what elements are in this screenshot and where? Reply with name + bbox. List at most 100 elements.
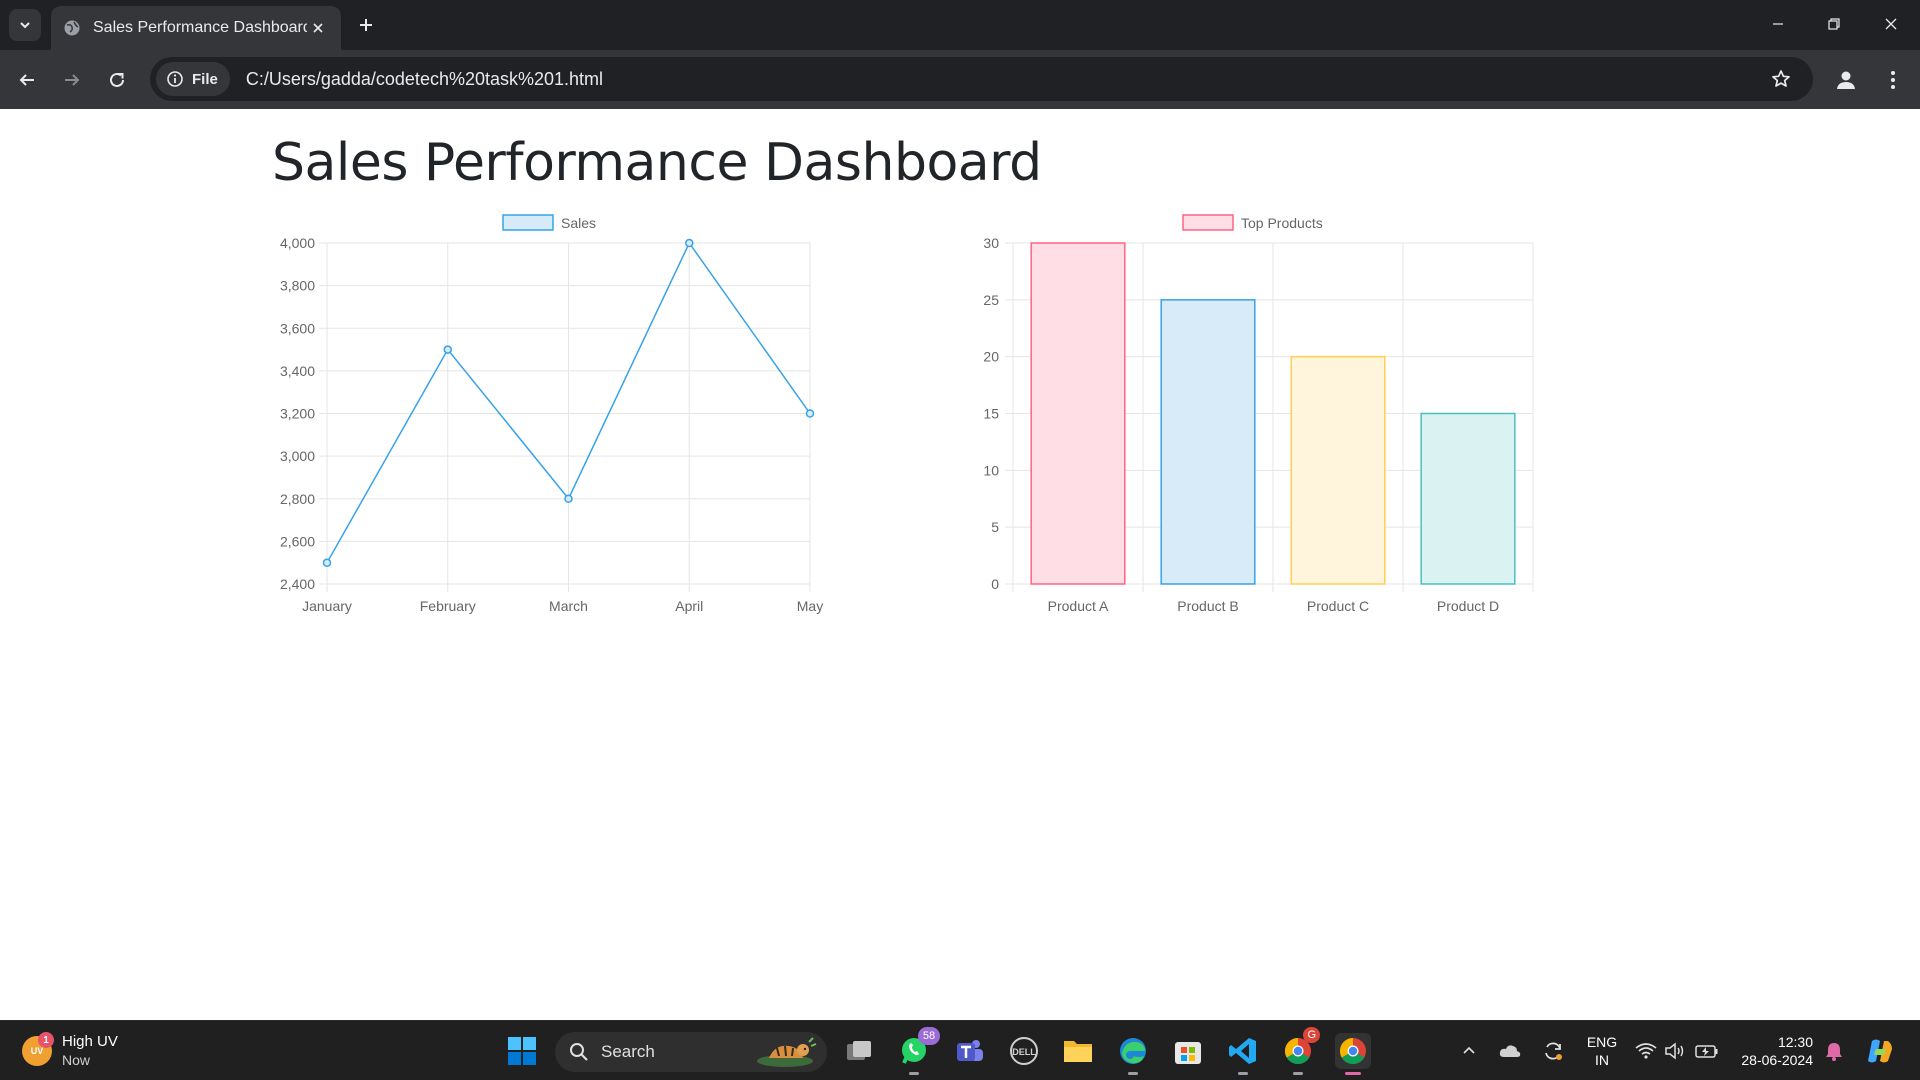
reload-icon bbox=[110, 72, 124, 87]
legend-label-sales: Sales bbox=[561, 215, 596, 231]
y-tick-label: 10 bbox=[983, 462, 999, 478]
x-tick-label: January bbox=[302, 598, 352, 614]
browser-menu-button[interactable] bbox=[1876, 63, 1910, 97]
browser-toolbar: File C:/Users/gadda/codetech%20task%201.… bbox=[0, 50, 1920, 109]
plus-icon bbox=[360, 19, 372, 31]
close-tab-icon[interactable] bbox=[307, 17, 329, 39]
teams-icon bbox=[957, 1040, 983, 1061]
dell-logo-icon: DELL bbox=[1010, 1037, 1038, 1065]
bar-product-c bbox=[1290, 355, 1386, 585]
running-indicator bbox=[909, 1072, 919, 1075]
sales-data-point bbox=[443, 345, 452, 354]
show-hidden-icons-button[interactable] bbox=[1455, 1033, 1483, 1069]
wifi-tray[interactable] bbox=[1632, 1033, 1660, 1069]
whatsapp-app[interactable]: 58 bbox=[896, 1027, 940, 1075]
x-tick-label: February bbox=[420, 598, 476, 614]
windows-logo-icon bbox=[508, 1037, 536, 1065]
store-icon bbox=[1175, 1042, 1201, 1064]
search-label: Search bbox=[601, 1042, 655, 1061]
bar-product-d bbox=[1420, 412, 1516, 585]
svg-text:DELL: DELL bbox=[1012, 1047, 1036, 1057]
sun-icon: UV 1 bbox=[22, 1032, 54, 1066]
language-code: ENG bbox=[1586, 1034, 1618, 1050]
y-tick-label: 25 bbox=[983, 292, 999, 308]
microsoft-store-app[interactable] bbox=[1170, 1033, 1206, 1069]
x-tick-label: Product D bbox=[1437, 598, 1499, 614]
y-tick-label: 4,000 bbox=[280, 235, 315, 251]
chrome-profile-app[interactable]: G bbox=[1280, 1027, 1320, 1075]
y-tick-label: 0 bbox=[991, 576, 999, 592]
y-tick-label: 30 bbox=[983, 235, 999, 251]
battery-charging-icon bbox=[1695, 1045, 1718, 1058]
taskbar-search-box[interactable]: Search bbox=[555, 1032, 827, 1072]
chrome-app-active[interactable] bbox=[1335, 1033, 1371, 1075]
tab-search-button[interactable] bbox=[9, 9, 41, 41]
vscode-app[interactable] bbox=[1225, 1033, 1261, 1075]
sync-icon bbox=[1545, 1042, 1562, 1060]
site-info-chip[interactable]: File bbox=[156, 62, 230, 96]
clock[interactable]: 12:30 28-06-2024 bbox=[1735, 1033, 1813, 1069]
chevron-down-icon bbox=[20, 22, 30, 29]
tab-title: Sales Performance Dashboard bbox=[93, 19, 307, 36]
search-highlight-illustration bbox=[757, 1037, 817, 1067]
legend-label-top-products: Top Products bbox=[1241, 215, 1323, 231]
start-button[interactable] bbox=[504, 1033, 540, 1069]
weather-badge: 1 bbox=[38, 1032, 54, 1048]
input-language-indicator[interactable]: ENG IN bbox=[1582, 1033, 1622, 1069]
bookmark-star-icon[interactable] bbox=[1761, 59, 1801, 99]
restore-icon bbox=[1828, 18, 1840, 30]
chrome-profile-badge: G bbox=[1303, 1027, 1320, 1043]
profile-icon bbox=[1837, 71, 1855, 89]
profile-button[interactable] bbox=[1829, 63, 1863, 97]
y-tick-label: 15 bbox=[983, 406, 999, 422]
task-view-button[interactable] bbox=[841, 1033, 877, 1069]
minimize-icon bbox=[1773, 23, 1783, 25]
battery-tray[interactable] bbox=[1693, 1033, 1721, 1069]
more-vertical-icon bbox=[1891, 71, 1895, 89]
weather-subtitle: Now bbox=[62, 1052, 91, 1068]
browser-tab[interactable]: Sales Performance Dashboard bbox=[51, 6, 341, 50]
onedrive-tray[interactable] bbox=[1496, 1033, 1524, 1069]
sales-data-point bbox=[322, 558, 332, 567]
forward-button[interactable] bbox=[55, 63, 89, 97]
search-icon bbox=[570, 1043, 588, 1061]
x-tick-label: Product B bbox=[1177, 598, 1238, 614]
y-tick-label: 3,000 bbox=[280, 448, 315, 464]
restore-button[interactable] bbox=[1814, 8, 1854, 40]
bar-product-b bbox=[1160, 299, 1256, 585]
minimize-button[interactable] bbox=[1758, 8, 1798, 40]
copilot-icon bbox=[1868, 1039, 1892, 1063]
file-explorer-app[interactable] bbox=[1060, 1033, 1096, 1069]
reload-button[interactable] bbox=[100, 63, 134, 97]
y-tick-label: 20 bbox=[983, 349, 999, 365]
close-window-button[interactable] bbox=[1871, 8, 1911, 40]
y-tick-label: 5 bbox=[991, 519, 999, 535]
edge-app[interactable] bbox=[1115, 1033, 1151, 1075]
top-products-bar-chart: 30 25 20 15 10 5 0 Product A Product B Product C P… bbox=[983, 214, 1534, 614]
sync-tray[interactable] bbox=[1539, 1033, 1567, 1069]
x-tick-label: Product A bbox=[1048, 598, 1109, 614]
volume-icon bbox=[1665, 1042, 1684, 1060]
clock-date: 28-06-2024 bbox=[1741, 1052, 1813, 1068]
url-text[interactable]: C:/Users/gadda/codetech%20task%201.html bbox=[246, 69, 1761, 90]
volume-tray[interactable] bbox=[1661, 1033, 1689, 1069]
weather-widget[interactable]: UV 1 High UV Now bbox=[22, 1031, 118, 1071]
dell-app[interactable]: DELL bbox=[1006, 1033, 1042, 1069]
page-content: Sales Performance Dashboard 4,000 3,800 3,… bbox=[0, 109, 1920, 1020]
notifications-button[interactable] bbox=[1820, 1033, 1848, 1069]
address-bar[interactable]: File C:/Users/gadda/codetech%20task%201.… bbox=[150, 57, 1813, 101]
windows-taskbar: UV 1 High UV Now Search 58 DELL G ENG IN… bbox=[0, 1020, 1920, 1080]
arrow-right-icon bbox=[65, 74, 80, 86]
y-tick-label: 2,400 bbox=[280, 576, 315, 592]
edge-icon bbox=[1120, 1038, 1146, 1064]
arrow-left-icon bbox=[19, 74, 34, 86]
back-button[interactable] bbox=[10, 63, 44, 97]
new-tab-button[interactable] bbox=[352, 11, 380, 39]
teams-app[interactable] bbox=[951, 1033, 987, 1069]
copilot-button[interactable] bbox=[1862, 1033, 1898, 1069]
x-tick-label: March bbox=[549, 598, 588, 614]
active-indicator bbox=[1345, 1072, 1361, 1075]
bar-product-a bbox=[1030, 242, 1126, 585]
sales-data-point bbox=[685, 238, 694, 248]
running-indicator bbox=[1293, 1072, 1303, 1075]
